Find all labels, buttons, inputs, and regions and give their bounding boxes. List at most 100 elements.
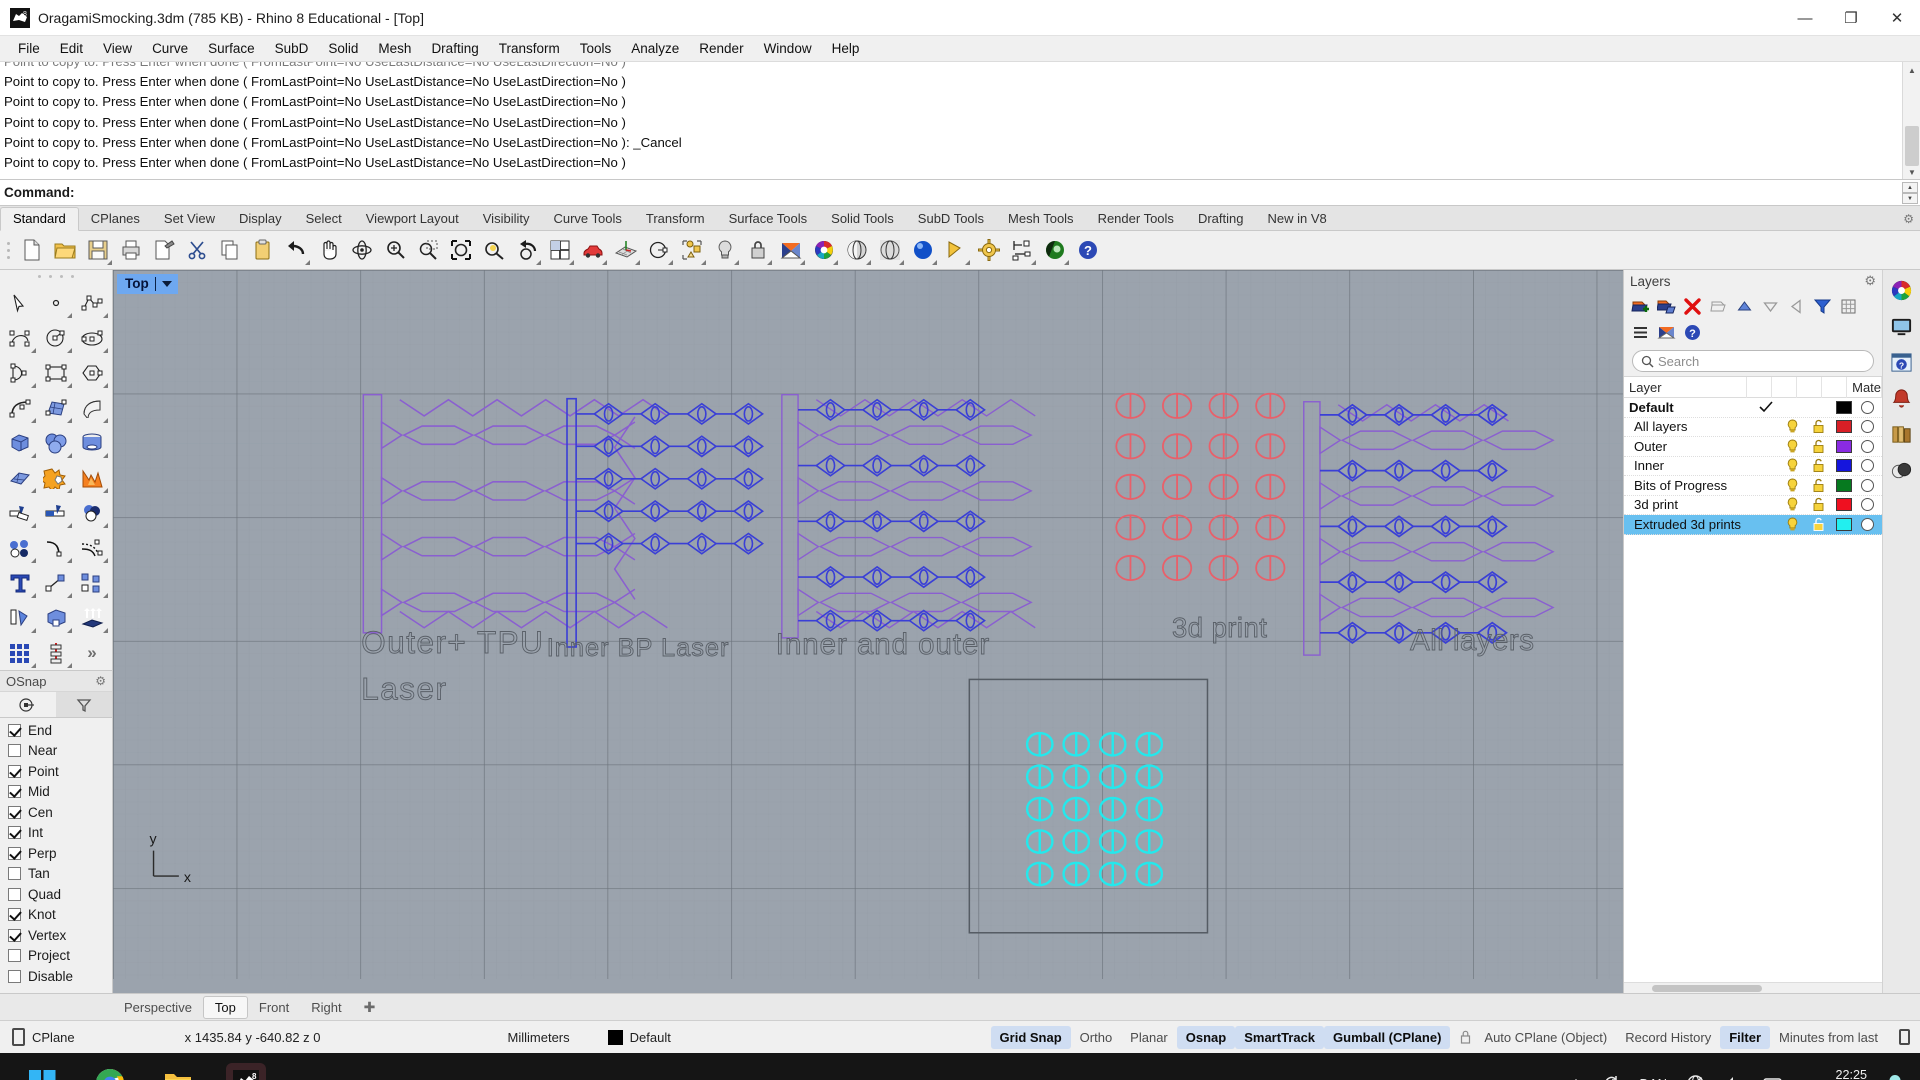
sphere-boolean-icon[interactable] [38, 425, 74, 460]
layer-search-box[interactable] [1632, 350, 1874, 372]
clock[interactable]: 22:25 29/10/2024 [1804, 1067, 1867, 1080]
layer-color-swatch[interactable] [1831, 459, 1857, 473]
lock-icon[interactable] [1805, 478, 1831, 493]
layer-panel-icon[interactable] [1654, 320, 1679, 345]
table-row-selected[interactable]: Extruded 3d prints [1624, 515, 1882, 535]
menu-tools[interactable]: Tools [570, 38, 622, 59]
material-circle-icon[interactable] [1857, 420, 1882, 434]
material-circle-icon[interactable] [1857, 400, 1882, 414]
move-up-icon[interactable] [1732, 294, 1757, 319]
surface-network-icon[interactable] [38, 390, 74, 425]
checkbox[interactable] [8, 908, 21, 922]
viewport-tab-front[interactable]: Front [248, 997, 300, 1018]
mesh-icon[interactable] [2, 460, 38, 495]
scrollbar-thumb[interactable] [1905, 126, 1919, 166]
checkbox[interactable] [8, 928, 21, 942]
undo-icon[interactable] [279, 234, 312, 267]
column-header-locked[interactable] [1797, 377, 1823, 398]
column-header-layer[interactable]: Layer [1624, 377, 1747, 398]
toolbar-settings-gear-icon[interactable]: ⚙ [1903, 212, 1914, 226]
volume-muted-icon[interactable] [1724, 1075, 1744, 1080]
osnap-option-near[interactable]: Near [8, 741, 112, 762]
fillet-objects-icon[interactable] [2, 530, 38, 565]
circle-point-icon[interactable] [642, 234, 675, 267]
four-viewports-icon[interactable] [543, 234, 576, 267]
statusbar-resize-grip[interactable] [1887, 1029, 1920, 1045]
boolean-difference-icon[interactable] [74, 495, 110, 530]
shaded-sphere-icon[interactable] [840, 234, 873, 267]
spinner-up-icon[interactable]: ▲ [1902, 182, 1918, 193]
toolbar-tab-new-in-v8[interactable]: New in V8 [1255, 208, 1338, 230]
toolbar-tab-drafting[interactable]: Drafting [1186, 208, 1256, 230]
menu-curve[interactable]: Curve [142, 38, 198, 59]
scroll-down-icon[interactable]: ▼ [1903, 164, 1920, 179]
menu-edit[interactable]: Edit [50, 38, 93, 59]
table-row[interactable]: All layers [1624, 418, 1882, 437]
render-sphere-icon[interactable] [906, 234, 939, 267]
column-header-current[interactable] [1747, 377, 1773, 398]
menu-render[interactable]: Render [689, 38, 753, 59]
extrude-up-icon[interactable] [74, 600, 110, 635]
print-icon[interactable] [114, 234, 147, 267]
render-preview-icon[interactable] [1038, 234, 1071, 267]
checkbox[interactable] [8, 764, 21, 778]
column-header-material[interactable]: Mate [1847, 377, 1882, 398]
arc-icon[interactable] [2, 355, 38, 390]
toolbar-tab-set-view[interactable]: Set View [152, 208, 227, 230]
osnap-option-point[interactable]: Point [8, 761, 112, 782]
filter-toggle[interactable]: Filter [1720, 1025, 1771, 1049]
ellipse-icon[interactable] [74, 320, 110, 355]
viewport-tab-top[interactable]: Top [202, 995, 248, 1019]
orient-icon[interactable] [38, 600, 74, 635]
toggle-gumball[interactable]: Gumball (CPlane) [1324, 1025, 1451, 1049]
gear-icon[interactable]: ⚙ [1864, 273, 1876, 289]
menu-analyze[interactable]: Analyze [621, 38, 689, 59]
library-icon[interactable] [1886, 418, 1918, 450]
toggle-grid-snap[interactable]: Grid Snap [990, 1025, 1071, 1049]
select-arrow-icon[interactable] [2, 285, 38, 320]
minimize-button[interactable]: — [1782, 0, 1828, 36]
cylinder-icon[interactable] [74, 425, 110, 460]
windows-start-icon[interactable] [22, 1063, 62, 1080]
cplane-indicator[interactable]: CPlane [0, 1028, 87, 1046]
checkbox[interactable] [8, 969, 21, 983]
polyline-icon[interactable] [74, 285, 110, 320]
checkbox[interactable] [8, 887, 21, 901]
viewport-top[interactable]: Outer+ TPU Laser Inner BP Laser Inner an… [113, 270, 1623, 993]
material-circle-icon[interactable] [1857, 517, 1882, 531]
checkbox[interactable] [8, 723, 21, 737]
palette-drag-handle[interactable] [0, 270, 112, 283]
toolbar-tab-mesh-tools[interactable]: Mesh Tools [996, 208, 1086, 230]
cut-copy-paste-icon[interactable] [147, 234, 180, 267]
polygon-icon[interactable] [74, 355, 110, 390]
osnap-option-disable[interactable]: Disable [8, 966, 112, 987]
visibility-bulb-icon[interactable] [1779, 478, 1805, 493]
toolbar-tab-subd-tools[interactable]: SubD Tools [906, 208, 996, 230]
toolbar-tab-visibility[interactable]: Visibility [471, 208, 542, 230]
zoom-extents-icon[interactable] [444, 234, 477, 267]
zoom-selected-icon[interactable] [477, 234, 510, 267]
color-wheel-icon[interactable] [1886, 274, 1918, 306]
osnap-option-tan[interactable]: Tan [8, 864, 112, 885]
checkbox[interactable] [8, 744, 21, 758]
toolbar-tab-cplanes[interactable]: CPlanes [79, 208, 152, 230]
help-icon[interactable]: ? [1680, 320, 1705, 345]
zoom-in-icon[interactable] [378, 234, 411, 267]
material-circle-icon[interactable] [1857, 498, 1882, 512]
light-bulb-icon[interactable] [708, 234, 741, 267]
menu-surface[interactable]: Surface [198, 38, 265, 59]
chevron-up-icon[interactable] [1569, 1076, 1583, 1080]
osnap-option-project[interactable]: Project [8, 946, 112, 967]
lock-icon[interactable] [1805, 517, 1831, 532]
select-objects-icon[interactable] [675, 234, 708, 267]
text-icon[interactable] [2, 565, 38, 600]
menu-view[interactable]: View [93, 38, 142, 59]
toggle-ortho[interactable]: Ortho [1071, 1026, 1122, 1049]
move-icon[interactable] [38, 565, 74, 600]
toolbar-tab-viewport-layout[interactable]: Viewport Layout [354, 208, 471, 230]
osnap-option-knot[interactable]: Knot [8, 905, 112, 926]
auto-cplane-lock-icon[interactable] [1450, 1030, 1475, 1044]
osnap-option-cen[interactable]: Cen [8, 802, 112, 823]
display-monitor-icon[interactable] [1886, 310, 1918, 342]
new-sublayer-icon[interactable] [1654, 294, 1679, 319]
